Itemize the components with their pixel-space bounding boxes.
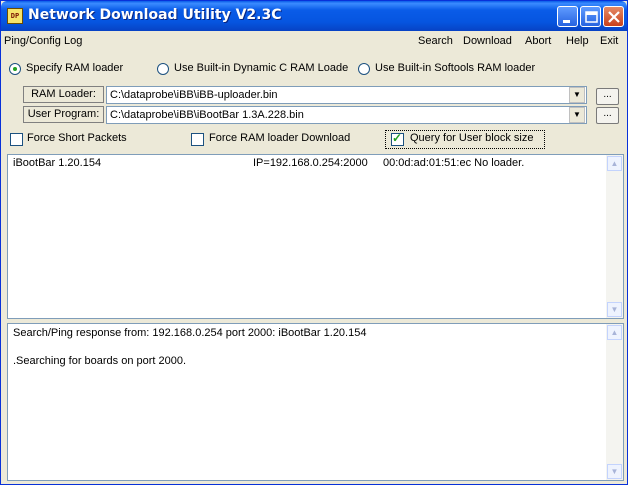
radio-specify-ram-loader[interactable] xyxy=(9,63,21,75)
menu-abort[interactable]: Abort xyxy=(525,35,551,47)
menu-bar: Ping/Config Log Search Download Abort He… xyxy=(1,32,627,52)
chevron-down-icon[interactable]: ▼ xyxy=(569,107,585,123)
maximize-button[interactable] xyxy=(580,6,601,27)
radio-label: Use Built-in Softools RAM loader xyxy=(375,62,536,74)
menu-exit[interactable]: Exit xyxy=(600,35,618,47)
minimize-button[interactable] xyxy=(557,6,578,27)
radio-label: Use Built-in Dynamic C RAM Loade xyxy=(174,62,349,74)
user-program-label: User Program: xyxy=(23,106,104,123)
ram-loader-browse-button[interactable]: ... xyxy=(596,88,619,105)
minimize-icon xyxy=(563,20,570,23)
menu-ping-config[interactable]: Ping/Config xyxy=(4,35,61,47)
scroll-down-icon[interactable]: ▼ xyxy=(607,464,622,479)
app-icon: DP xyxy=(7,8,23,24)
force-short-packets-checkbox[interactable] xyxy=(10,133,23,146)
menu-help[interactable]: Help xyxy=(566,35,589,47)
close-icon xyxy=(608,11,620,23)
device-ip[interactable]: IP=192.168.0.254:2000 xyxy=(253,157,368,169)
check-icon: ✓ xyxy=(392,131,403,145)
menu-download[interactable]: Download xyxy=(463,35,512,47)
ram-loader-options: Specify RAM loader Use Built-in Dynamic … xyxy=(1,61,627,79)
user-program-field[interactable]: C:\dataprobe\iBB\iBootBar 1.3A.228.bin xyxy=(106,106,587,124)
log-pane[interactable]: Search/Ping response from: 192.168.0.254… xyxy=(7,323,624,481)
checkbox-label: Query for User block size xyxy=(410,132,534,144)
log-line: Search/Ping response from: 192.168.0.254… xyxy=(13,327,367,339)
log-line: .Searching for boards on port 2000. xyxy=(13,355,187,367)
chevron-down-icon[interactable]: ▼ xyxy=(569,87,585,103)
close-button[interactable] xyxy=(603,6,624,27)
maximize-icon xyxy=(585,11,598,23)
scroll-up-icon[interactable]: ▲ xyxy=(607,156,622,171)
checkbox-label: Force RAM loader Download xyxy=(209,132,351,144)
query-block-size-checkbox[interactable]: ✓ xyxy=(391,131,404,146)
ram-loader-label: RAM Loader: xyxy=(23,86,104,103)
device-list-scrollbar[interactable]: ▲ ▼ xyxy=(606,155,623,318)
scroll-up-icon[interactable]: ▲ xyxy=(607,325,622,340)
force-ram-loader-checkbox[interactable] xyxy=(191,133,204,146)
menu-log[interactable]: Log xyxy=(64,35,82,47)
log-pane-scrollbar[interactable]: ▲ ▼ xyxy=(606,324,623,480)
checkbox-label: Force Short Packets xyxy=(27,132,127,144)
app-window: DP Network Download Utility V2.3C Ping/C… xyxy=(0,0,628,485)
radio-label: Specify RAM loader xyxy=(26,62,124,74)
title-bar[interactable]: DP Network Download Utility V2.3C xyxy=(1,1,627,31)
menu-search[interactable]: Search xyxy=(418,35,453,47)
scroll-down-icon[interactable]: ▼ xyxy=(607,302,622,317)
device-name[interactable]: iBootBar 1.20.154 xyxy=(13,157,101,169)
device-mac[interactable]: 00:0d:ad:01:51:ec No loader. xyxy=(383,157,524,169)
radio-dynamic-c-loader[interactable] xyxy=(157,63,169,75)
radio-softools-loader[interactable] xyxy=(358,63,370,75)
ram-loader-field[interactable]: C:\dataprobe\iBB\iBB-uploader.bin xyxy=(106,86,587,104)
device-list[interactable]: iBootBar 1.20.154 IP=192.168.0.254:2000 … xyxy=(7,154,624,319)
user-program-browse-button[interactable]: ... xyxy=(596,107,619,124)
window-title: Network Download Utility V2.3C xyxy=(28,7,282,23)
